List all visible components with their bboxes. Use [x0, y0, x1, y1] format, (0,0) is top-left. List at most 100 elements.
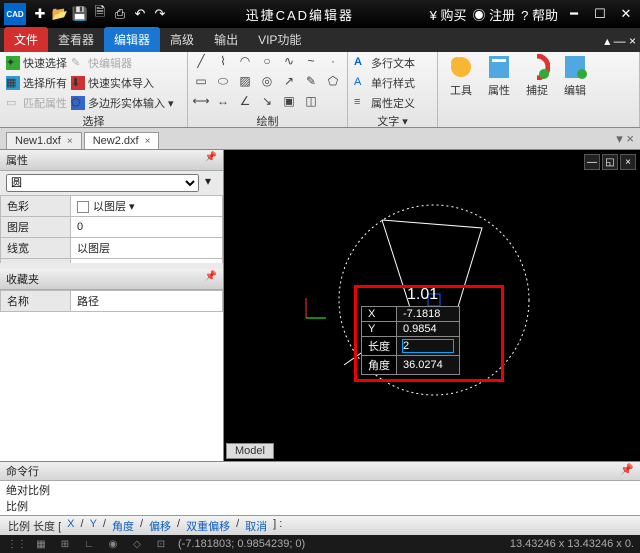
attrdef-button[interactable]: ≡属性定义	[354, 94, 415, 112]
sb-snap-icon[interactable]: ▦	[30, 537, 52, 551]
close-icon[interactable]: ×	[145, 136, 151, 147]
draw-frame-icon[interactable]: ▣	[282, 94, 296, 108]
draw-block-icon[interactable]: ◫	[304, 94, 318, 108]
draw-pen-icon[interactable]: ✎	[304, 74, 318, 88]
help-link[interactable]: ? 帮助	[521, 5, 558, 24]
register-link[interactable]: ◉ 注册	[473, 5, 516, 24]
tab-advanced[interactable]: 高级	[160, 27, 204, 52]
app-title: 迅捷CAD编辑器	[170, 5, 430, 24]
qa-redo-icon[interactable]: ↷	[150, 4, 170, 24]
sb-track-icon[interactable]: ⊡	[150, 537, 172, 551]
qa-saveall-icon[interactable]: 🗎	[90, 4, 110, 24]
tab-viewer[interactable]: 查看器	[48, 27, 104, 52]
tab-editor[interactable]: 编辑器	[104, 27, 160, 52]
pin-icon[interactable]: 📌	[620, 463, 634, 479]
edit-button[interactable]: 编辑	[558, 54, 592, 113]
doctabs-menu-icon[interactable]: ▾ ×	[610, 129, 640, 149]
draw-polyline-icon[interactable]: ⌇	[216, 54, 230, 68]
draw-angle-icon[interactable]: ∠	[238, 94, 252, 108]
qa-undo-icon[interactable]: ↶	[130, 4, 150, 24]
match-props-button[interactable]: ▭匹配属性	[6, 94, 67, 112]
opt-x[interactable]: X	[67, 518, 74, 533]
canvas-min-icon[interactable]: —	[584, 154, 600, 170]
fav-panel-title: 收藏夹	[6, 271, 39, 287]
canvas-max-icon[interactable]: ◱	[602, 154, 618, 170]
entity-type-select[interactable]: 圆	[6, 174, 199, 192]
readout-x[interactable]: -7.1818	[397, 307, 460, 322]
group-select-label: 选择	[6, 112, 181, 130]
draw-rect-icon[interactable]: ▭	[194, 74, 208, 88]
property-table: 色彩以图层 ▾ 图层0 线宽以图层 线型以图层	[0, 195, 223, 263]
readout-length-input[interactable]	[403, 340, 453, 352]
canvas-close-icon[interactable]: ×	[620, 154, 636, 170]
prop-layer-cell[interactable]: 0	[71, 217, 223, 238]
prop-panel-title: 属性	[6, 152, 28, 168]
capture-button[interactable]: 捕捉	[520, 54, 554, 113]
draw-point-icon[interactable]: ·	[326, 54, 340, 68]
ribbon-collapse-icon[interactable]: ▴ — ×	[600, 30, 640, 52]
prop-lw-cell[interactable]: 以图层	[71, 238, 223, 259]
draw-hatch-icon[interactable]: ▨	[238, 74, 252, 88]
draw-circle-icon[interactable]: ○	[260, 54, 274, 68]
close-icon[interactable]: ×	[67, 136, 73, 147]
drawing-canvas[interactable]: — ◱ × 1.01 X-7.1818 Y0.9854 长度 角度36.0274…	[224, 150, 640, 461]
sb-osnap-icon[interactable]: ◇	[126, 537, 148, 551]
draw-dim-icon[interactable]: ⟷	[194, 94, 208, 108]
opt-angle[interactable]: 角度	[112, 518, 134, 533]
buy-link[interactable]: ¥ 购买	[430, 5, 467, 24]
readout-angle[interactable]: 36.0274	[397, 356, 460, 375]
mtext-button[interactable]: A多行文本	[354, 54, 415, 72]
readout-y[interactable]: 0.9854	[397, 322, 460, 337]
draw-arc-icon[interactable]: ◠	[238, 54, 252, 68]
coordinate-readout: 1.01 X-7.1818 Y0.9854 长度 角度36.0274	[354, 285, 504, 382]
opt-offset[interactable]: 偏移	[149, 518, 171, 533]
draw-ray-icon[interactable]: ↗	[282, 74, 296, 88]
maximize-button[interactable]: ☐	[590, 4, 610, 24]
opt-y[interactable]: Y	[90, 518, 97, 533]
model-tab[interactable]: Model	[226, 443, 274, 459]
prop-color-cell[interactable]: 以图层 ▾	[71, 196, 223, 217]
app-logo: CAD	[4, 3, 26, 25]
tab-output[interactable]: 输出	[204, 27, 248, 52]
fast-import-button[interactable]: ⬇快速实体导入	[71, 74, 174, 92]
draw-leader-icon[interactable]: ↘	[260, 94, 274, 108]
opt-cancel[interactable]: 取消	[245, 518, 267, 533]
props-button[interactable]: 属性	[482, 54, 516, 113]
sb-menu-icon[interactable]: ⋮⋮	[6, 537, 28, 551]
draw-dim2-icon[interactable]: ↔	[216, 94, 230, 108]
draw-spline-icon[interactable]: ~	[304, 54, 318, 68]
qa-print-icon[interactable]: ⎙	[110, 4, 130, 24]
draw-curve-icon[interactable]: ∿	[282, 54, 296, 68]
cmdline-body[interactable]: 绝对比例 比例	[0, 481, 640, 517]
qa-save-icon[interactable]: 💾	[70, 4, 90, 24]
qa-new-icon[interactable]: ✚	[30, 4, 50, 24]
tab-file[interactable]: 文件	[4, 27, 48, 52]
draw-line-icon[interactable]: ╱	[194, 54, 208, 68]
tab-vip[interactable]: VIP功能	[248, 27, 311, 52]
quick-edit-button[interactable]: ✎快编辑器	[71, 54, 174, 72]
close-button[interactable]: ✕	[616, 4, 636, 24]
minimize-button[interactable]: ━	[564, 4, 584, 24]
command-prompt[interactable]: 比例 长度 [ X / Y / 角度 / 偏移 / 双重偏移 / 取消 ] :	[0, 515, 640, 535]
draw-ellipse-icon[interactable]: ⬭	[216, 74, 230, 88]
polygon-input-button[interactable]: ⬠多边形实体输入 ▾	[71, 94, 174, 112]
sb-polar-icon[interactable]: ◉	[102, 537, 124, 551]
tools-button[interactable]: 工具	[444, 54, 478, 113]
fav-col-path: 路径	[71, 291, 223, 312]
draw-polygon-icon[interactable]: ⬠	[326, 74, 340, 88]
sb-ortho-icon[interactable]: ∟	[78, 537, 100, 551]
opt-double-offset[interactable]: 双重偏移	[186, 518, 230, 533]
stext-button[interactable]: A单行样式	[354, 74, 415, 92]
select-all-button[interactable]: ▦选择所有	[6, 74, 67, 92]
group-text-label: 文字 ▾	[354, 112, 431, 130]
pin-icon[interactable]: 📌	[205, 152, 217, 168]
sb-grid-icon[interactable]: ⊞	[54, 537, 76, 551]
draw-ring-icon[interactable]: ◎	[260, 74, 274, 88]
prop-lt-cell[interactable]: 以图层	[71, 259, 223, 264]
pin-icon[interactable]: 📌	[205, 271, 217, 287]
group-draw-label: 绘制	[194, 112, 341, 130]
quick-select-button[interactable]: ✦快速选择	[6, 54, 67, 72]
doc-tab-1[interactable]: New1.dxf×	[6, 132, 82, 149]
qa-open-icon[interactable]: 📂	[50, 4, 70, 24]
doc-tab-2[interactable]: New2.dxf×	[84, 132, 160, 149]
